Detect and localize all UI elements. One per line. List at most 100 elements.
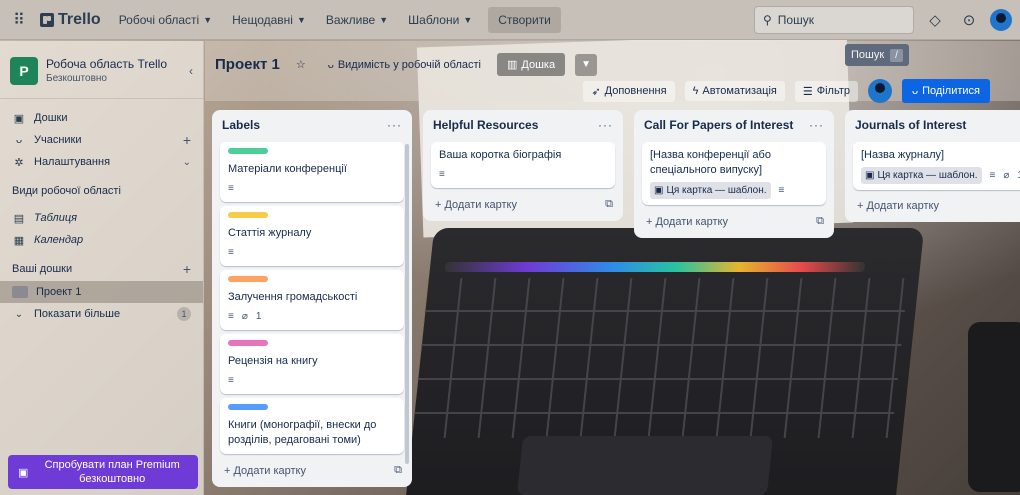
- show-more-label: Показати більше: [34, 308, 121, 320]
- description-icon: ≡: [989, 170, 996, 181]
- sidebar-item-boards[interactable]: ▣ Дошки: [0, 107, 203, 129]
- nav-workspaces-button[interactable]: Робочі області ▼: [111, 7, 220, 33]
- create-button[interactable]: Створити: [488, 6, 561, 33]
- account-avatar[interactable]: [990, 9, 1012, 31]
- chevron-down-icon: ▼: [296, 14, 306, 25]
- person-icon: ᴗ: [15, 134, 23, 146]
- list-menu-icon[interactable]: ···: [809, 118, 824, 132]
- automation-button[interactable]: ϟ Автоматизація: [684, 81, 785, 101]
- member-avatar[interactable]: [868, 79, 893, 103]
- card-title: Матеріали конференції: [228, 163, 347, 175]
- template-badge: ▣ Ця картка — шаблон.: [650, 182, 771, 199]
- nav-starred-button[interactable]: Важливе ▼: [318, 7, 396, 33]
- chevron-down-icon: ⌄: [14, 308, 24, 320]
- notifications-icon[interactable]: ◇: [922, 7, 948, 33]
- list-title[interactable]: Helpful Resources: [433, 118, 598, 132]
- board-view-icon: ▥: [506, 59, 518, 71]
- board-icon: ▣: [13, 112, 25, 125]
- create-from-template-icon[interactable]: ⧉: [394, 464, 402, 477]
- add-card-button[interactable]: + Додати картку: [845, 194, 1020, 216]
- attachment-icon: ⌀: [241, 311, 248, 322]
- card-label: [228, 404, 268, 410]
- card[interactable]: Статтія журналу ≡: [220, 206, 404, 266]
- workspace-views-title: Види робочої області: [12, 185, 121, 197]
- star-icon[interactable]: ☆: [290, 54, 312, 75]
- card[interactable]: Залучення громадськості ≡ ⌀ 1: [220, 270, 404, 330]
- create-from-template-icon[interactable]: ⧉: [605, 198, 613, 211]
- attachment-icon: ⌀: [1003, 170, 1010, 181]
- add-card-label: + Додати картку: [646, 215, 728, 228]
- background-keyboard: [411, 278, 909, 438]
- board-header: Проект 1 ☆ ᴗ Видимість у робочій області…: [205, 41, 1020, 103]
- view-switcher-chevron-icon[interactable]: ▼: [575, 53, 598, 76]
- show-more-boards[interactable]: ⌄ Показати більше 1: [0, 303, 203, 325]
- sidebar-item-settings[interactable]: ✲ Налаштування ⌄: [0, 151, 203, 173]
- trello-logo[interactable]: Trello: [34, 11, 107, 29]
- chevron-down-icon: ▼: [463, 14, 473, 25]
- create-from-template-icon[interactable]: ⧉: [816, 215, 824, 228]
- attachment-count: 1: [255, 311, 262, 322]
- add-board-icon[interactable]: +: [183, 261, 191, 277]
- sidebar-item-members[interactable]: ᴗ Учасники +: [0, 129, 203, 151]
- sidebar-board-project1[interactable]: Проект 1: [0, 281, 203, 303]
- rocket-icon: ➶: [591, 85, 601, 98]
- list-menu-icon[interactable]: ···: [387, 118, 402, 132]
- help-icon[interactable]: ⊙: [956, 7, 982, 33]
- list-menu-icon[interactable]: ···: [598, 118, 613, 132]
- board-title[interactable]: Проект 1: [215, 56, 280, 73]
- add-card-label: + Додати картку: [435, 198, 517, 211]
- share-button[interactable]: ᴗ Поділитися: [902, 79, 990, 103]
- sidebar-item-label: Дошки: [34, 112, 68, 124]
- sidebar-item-label: Налаштування: [34, 156, 111, 168]
- description-icon: ≡: [778, 185, 785, 196]
- nav-workspaces-label: Робочі області: [118, 12, 200, 27]
- add-card-button[interactable]: + Додати картку ⧉: [634, 209, 834, 232]
- card[interactable]: Книги (монографії, внески до розділів, р…: [220, 398, 404, 454]
- visibility-label: Видимість у робочій області: [337, 58, 481, 71]
- card-title: Книги (монографії, внески до розділів, р…: [228, 419, 377, 446]
- your-boards-title: Ваші дошки: [12, 263, 73, 275]
- add-member-icon[interactable]: +: [183, 132, 191, 148]
- list-title[interactable]: Journals of Interest: [855, 118, 1020, 132]
- card[interactable]: Матеріали конференції ≡: [220, 142, 404, 202]
- card[interactable]: [Назва журналу] ▣ Ця картка — шаблон. ≡ …: [853, 142, 1020, 190]
- search-placeholder: Пошук: [777, 13, 814, 27]
- card-label: [228, 212, 268, 218]
- collapse-sidebar-icon[interactable]: ‹: [189, 64, 193, 78]
- board-view-button[interactable]: ▥ Дошка: [496, 53, 566, 76]
- sidebar-item-calendar[interactable]: ▦ Календар: [0, 229, 203, 251]
- board-thumbnail: [12, 286, 28, 298]
- card-title: [Назва журналу]: [861, 149, 945, 161]
- workspace-plan: Безкоштовно: [46, 73, 107, 84]
- background-phone: [968, 322, 1020, 492]
- table-icon: ▤: [13, 212, 25, 225]
- search-input[interactable]: ⚲ Пошук: [754, 6, 914, 34]
- filter-icon: ☰: [802, 85, 813, 98]
- card[interactable]: Ваша коротка біографія ≡: [431, 142, 615, 188]
- apps-grid-icon[interactable]: ⠿: [8, 9, 30, 31]
- visibility-button[interactable]: ᴗ Видимість у робочій області: [322, 55, 487, 75]
- card[interactable]: [Назва конференції або спеціального випу…: [642, 142, 826, 205]
- card-label: [228, 148, 268, 154]
- list-title[interactable]: Call For Papers of Interest: [644, 118, 809, 132]
- card-title: Ваша коротка біографія: [439, 149, 562, 161]
- description-icon: ≡: [228, 183, 234, 194]
- card[interactable]: Рецензія на книгу ≡: [220, 334, 404, 394]
- premium-trial-button[interactable]: ▣ Спробувати план Premium безкоштовно: [8, 455, 198, 489]
- nav-templates-button[interactable]: Шаблони ▼: [400, 7, 480, 33]
- trello-logo-icon: [40, 12, 54, 27]
- sidebar-item-table[interactable]: ▤ Таблиця: [0, 207, 203, 229]
- top-navigation-bar: ⠿ Trello Робочі області ▼ Нещодавні ▼ Важл…: [0, 0, 1020, 40]
- workspace-sidebar: P Робоча область Trello Безкоштовно ‹ ▣ …: [0, 41, 204, 495]
- add-card-button[interactable]: + Додати картку ⧉: [423, 192, 623, 215]
- add-card-button[interactable]: + Додати картку ⧉: [212, 458, 412, 481]
- nav-recent-button[interactable]: Нещодавні ▼: [224, 7, 314, 33]
- premium-icon: ▣: [18, 466, 29, 479]
- sidebar-item-label: Календар: [34, 234, 84, 246]
- template-icon: ▣: [865, 170, 875, 181]
- filter-button[interactable]: ☰ Фільтр: [794, 80, 859, 102]
- list-title[interactable]: Labels: [222, 118, 387, 132]
- chevron-down-icon: ▼: [379, 14, 389, 25]
- powerups-button[interactable]: ➶ Доповнення: [583, 80, 675, 102]
- list-scrollbar[interactable]: [405, 144, 409, 464]
